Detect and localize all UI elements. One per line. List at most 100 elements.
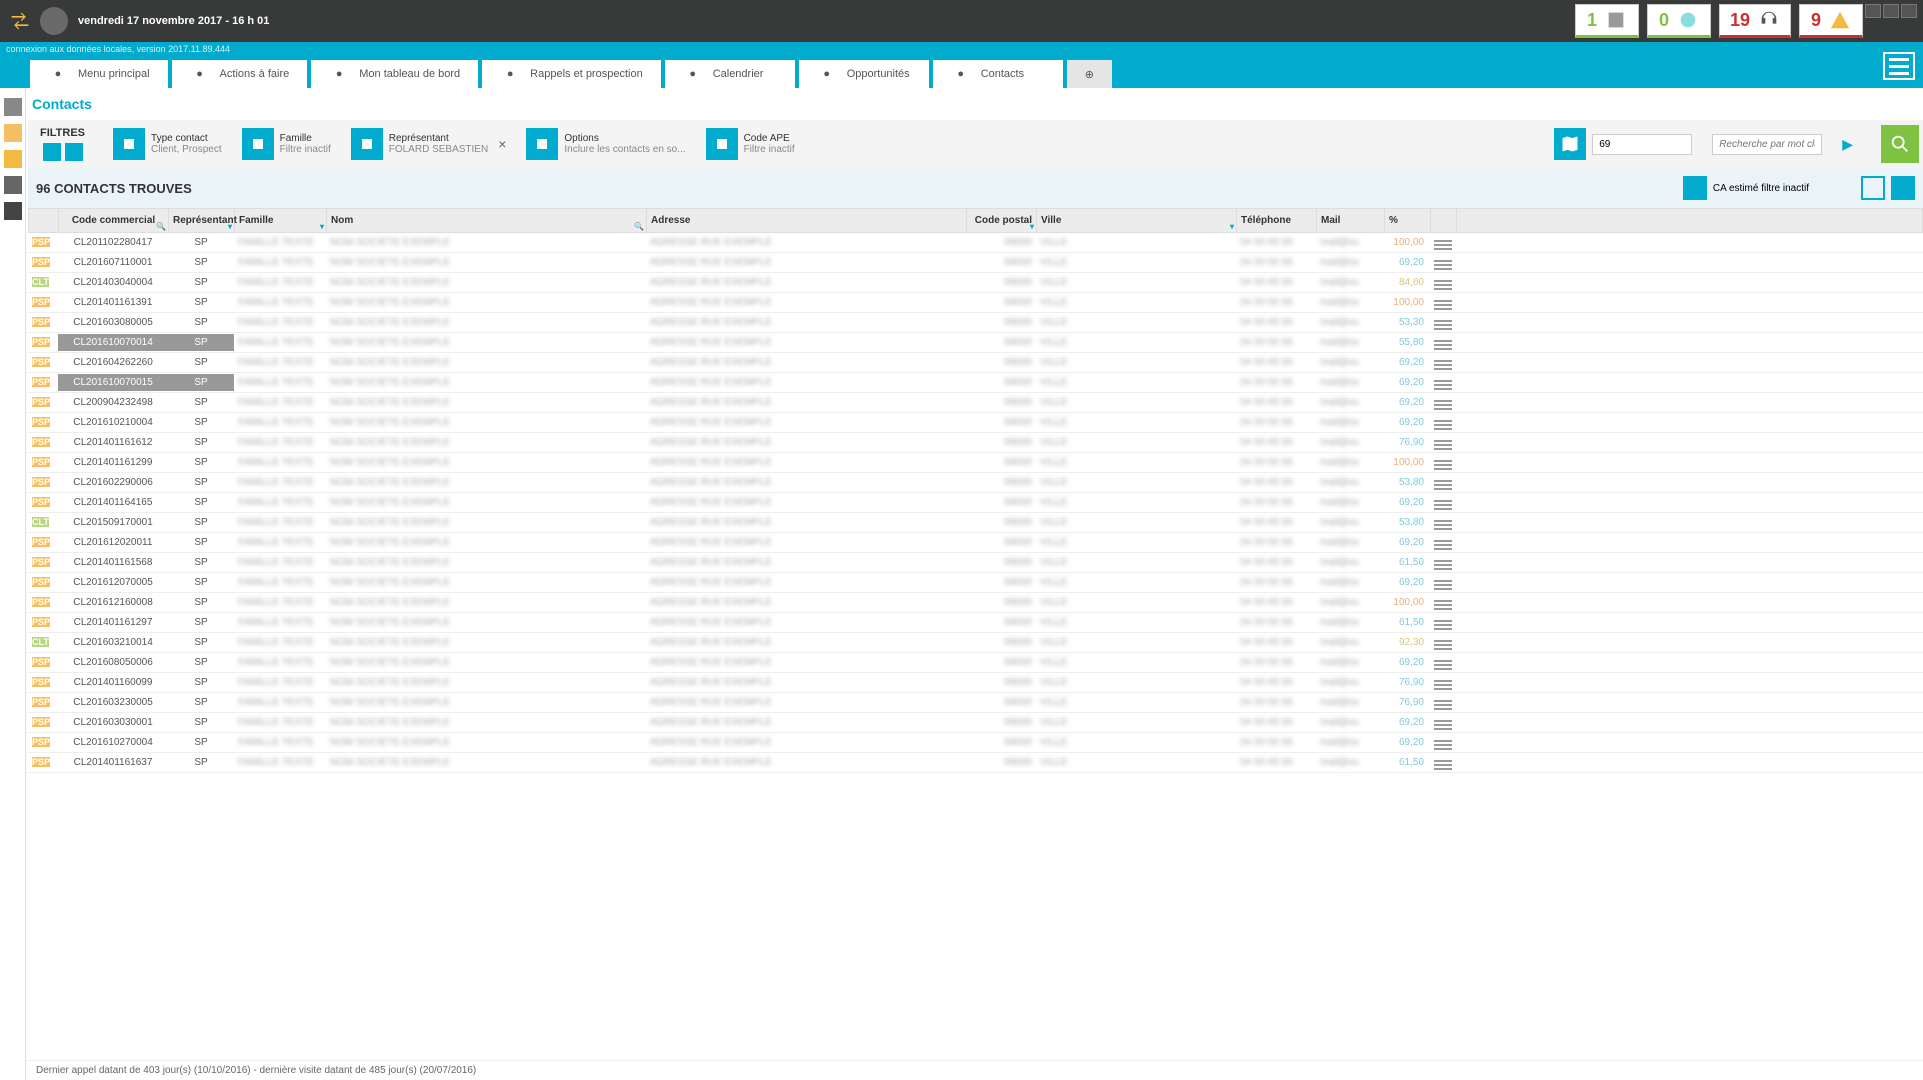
search-button[interactable]	[1881, 125, 1919, 163]
row-menu-icon[interactable]	[1434, 418, 1452, 432]
filter-close-2[interactable]: ×	[498, 136, 506, 152]
col-nom[interactable]: Nom🔍	[327, 209, 647, 232]
stat-chat[interactable]: 0	[1647, 4, 1711, 38]
filter-mini-2[interactable]	[65, 143, 83, 161]
table-row[interactable]: PSPCL200904232498SPFAMILLE TEXTENOM SOCI…	[28, 393, 1923, 413]
table-body[interactable]: PSPCL201102280417SPFAMILLE TEXTENOM SOCI…	[28, 233, 1923, 793]
table-row[interactable]: PSPCL201401161297SPFAMILLE TEXTENOM SOCI…	[28, 613, 1923, 633]
col-pct[interactable]: %	[1385, 209, 1431, 232]
row-menu-icon[interactable]	[1434, 558, 1452, 572]
dock-icon-3[interactable]	[4, 150, 22, 168]
row-menu-icon[interactable]	[1434, 378, 1452, 392]
table-row[interactable]: PSPCL201612070005SPFAMILLE TEXTENOM SOCI…	[28, 573, 1923, 593]
filter-1[interactable]: FamilleFiltre inactif	[242, 128, 331, 160]
table-row[interactable]: CLTCL201403040004SPFAMILLE TEXTENOM SOCI…	[28, 273, 1923, 293]
table-row[interactable]: PSPCL201612020011SPFAMILLE TEXTENOM SOCI…	[28, 533, 1923, 553]
row-menu-icon[interactable]	[1434, 458, 1452, 472]
col-rep[interactable]: Représentant▾	[169, 209, 235, 232]
table-row[interactable]: PSPCL201607110001SPFAMILLE TEXTENOM SOCI…	[28, 253, 1923, 273]
table-row[interactable]: PSPCL201401161568SPFAMILLE TEXTENOM SOCI…	[28, 553, 1923, 573]
row-menu-icon[interactable]	[1434, 278, 1452, 292]
view-card-icon[interactable]	[1861, 176, 1885, 200]
table-row[interactable]: PSPCL201610210004SPFAMILLE TEXTENOM SOCI…	[28, 413, 1923, 433]
filter-arrow-icon[interactable]: ▶	[1842, 136, 1853, 153]
view-list-icon[interactable]	[1891, 176, 1915, 200]
table-row[interactable]: PSPCL201102280417SPFAMILLE TEXTENOM SOCI…	[28, 233, 1923, 253]
tab-2[interactable]: ●Mon tableau de bord	[311, 60, 478, 88]
row-menu-icon[interactable]	[1434, 738, 1452, 752]
tab-1[interactable]: ●Actions à faire	[172, 60, 308, 88]
maximize-button[interactable]	[1883, 4, 1899, 18]
map-icon[interactable]	[1554, 128, 1586, 160]
row-menu-icon[interactable]	[1434, 538, 1452, 552]
stat-news[interactable]: 1	[1575, 4, 1639, 38]
filter-4[interactable]: Code APEFiltre inactif	[706, 128, 795, 160]
close-button[interactable]	[1901, 4, 1917, 18]
table-row[interactable]: CLTCL201603210014SPFAMILLE TEXTENOM SOCI…	[28, 633, 1923, 653]
row-menu-icon[interactable]	[1434, 718, 1452, 732]
tab-6[interactable]: ●Contacts	[933, 60, 1063, 88]
gear-icon[interactable]	[1683, 176, 1707, 200]
filter-3[interactable]: OptionsInclure les contacts en so...	[526, 128, 685, 160]
row-menu-icon[interactable]	[1434, 338, 1452, 352]
tab-5[interactable]: ●Opportunités	[799, 60, 929, 88]
col-code[interactable]: Code commercial🔍	[59, 209, 169, 232]
dock-icon-5[interactable]	[4, 202, 22, 220]
filter-0[interactable]: Type contactClient, Prospect	[113, 128, 222, 160]
row-menu-icon[interactable]	[1434, 398, 1452, 412]
stat-warn[interactable]: 9	[1799, 4, 1863, 38]
tab-3[interactable]: ●Rappels et prospection	[482, 60, 661, 88]
row-menu-icon[interactable]	[1434, 478, 1452, 492]
table-row[interactable]: PSPCL201603030001SPFAMILLE TEXTENOM SOCI…	[28, 713, 1923, 733]
col-tel[interactable]: Téléphone	[1237, 209, 1317, 232]
table-row[interactable]: CLTCL201509170001SPFAMILLE TEXTENOM SOCI…	[28, 513, 1923, 533]
table-row[interactable]: PSPCL201610070015SPFAMILLE TEXTENOM SOCI…	[28, 373, 1923, 393]
table-row[interactable]: PSPCL201401161612SPFAMILLE TEXTENOM SOCI…	[28, 433, 1923, 453]
row-menu-icon[interactable]	[1434, 238, 1452, 252]
filter-input-code[interactable]	[1592, 134, 1692, 155]
search-input[interactable]	[1712, 134, 1822, 155]
table-row[interactable]: PSPCL201602290006SPFAMILLE TEXTENOM SOCI…	[28, 473, 1923, 493]
stat-headset[interactable]: 19	[1719, 4, 1791, 38]
table-row[interactable]: PSPCL201612160008SPFAMILLE TEXTENOM SOCI…	[28, 593, 1923, 613]
table-row[interactable]: PSPCL201603230005SPFAMILLE TEXTENOM SOCI…	[28, 693, 1923, 713]
col-fam[interactable]: Famille▾	[235, 209, 327, 232]
dock-icon-4[interactable]	[4, 176, 22, 194]
dock-icon-1[interactable]	[4, 98, 22, 116]
table-row[interactable]: PSPCL201604262260SPFAMILLE TEXTENOM SOCI…	[28, 353, 1923, 373]
filter-2[interactable]: ReprésentantFOLARD SEBASTIEN×	[351, 128, 507, 160]
col-ville[interactable]: Ville▾	[1037, 209, 1237, 232]
tab-4[interactable]: ●Calendrier	[665, 60, 795, 88]
row-menu-icon[interactable]	[1434, 318, 1452, 332]
table-row[interactable]: PSPCL201610070014SPFAMILLE TEXTENOM SOCI…	[28, 333, 1923, 353]
hamburger-menu[interactable]	[1883, 52, 1915, 80]
table-row[interactable]: PSPCL201608050006SPFAMILLE TEXTENOM SOCI…	[28, 653, 1923, 673]
row-menu-icon[interactable]	[1434, 518, 1452, 532]
tab-add[interactable]: ⊕	[1067, 60, 1112, 88]
col-cp[interactable]: Code postal▾	[967, 209, 1037, 232]
user-avatar[interactable]	[40, 7, 68, 35]
row-menu-icon[interactable]	[1434, 598, 1452, 612]
row-menu-icon[interactable]	[1434, 438, 1452, 452]
table-row[interactable]: PSPCL201603080005SPFAMILLE TEXTENOM SOCI…	[28, 313, 1923, 333]
table-row[interactable]: PSPCL201401161637SPFAMILLE TEXTENOM SOCI…	[28, 753, 1923, 773]
row-menu-icon[interactable]	[1434, 758, 1452, 772]
row-menu-icon[interactable]	[1434, 658, 1452, 672]
row-menu-icon[interactable]	[1434, 498, 1452, 512]
row-menu-icon[interactable]	[1434, 358, 1452, 372]
filter-mini-1[interactable]	[43, 143, 61, 161]
table-row[interactable]: PSPCL201401164165SPFAMILLE TEXTENOM SOCI…	[28, 493, 1923, 513]
row-menu-icon[interactable]	[1434, 618, 1452, 632]
col-adr[interactable]: Adresse	[647, 209, 967, 232]
row-menu-icon[interactable]	[1434, 578, 1452, 592]
dock-icon-2[interactable]	[4, 124, 22, 142]
row-menu-icon[interactable]	[1434, 638, 1452, 652]
table-row[interactable]: PSPCL201401160099SPFAMILLE TEXTENOM SOCI…	[28, 673, 1923, 693]
table-row[interactable]: PSPCL201401161391SPFAMILLE TEXTENOM SOCI…	[28, 293, 1923, 313]
col-mail[interactable]: Mail	[1317, 209, 1385, 232]
row-menu-icon[interactable]	[1434, 298, 1452, 312]
tab-0[interactable]: ●Menu principal	[30, 60, 168, 88]
minimize-button[interactable]	[1865, 4, 1881, 18]
row-menu-icon[interactable]	[1434, 678, 1452, 692]
row-menu-icon[interactable]	[1434, 698, 1452, 712]
